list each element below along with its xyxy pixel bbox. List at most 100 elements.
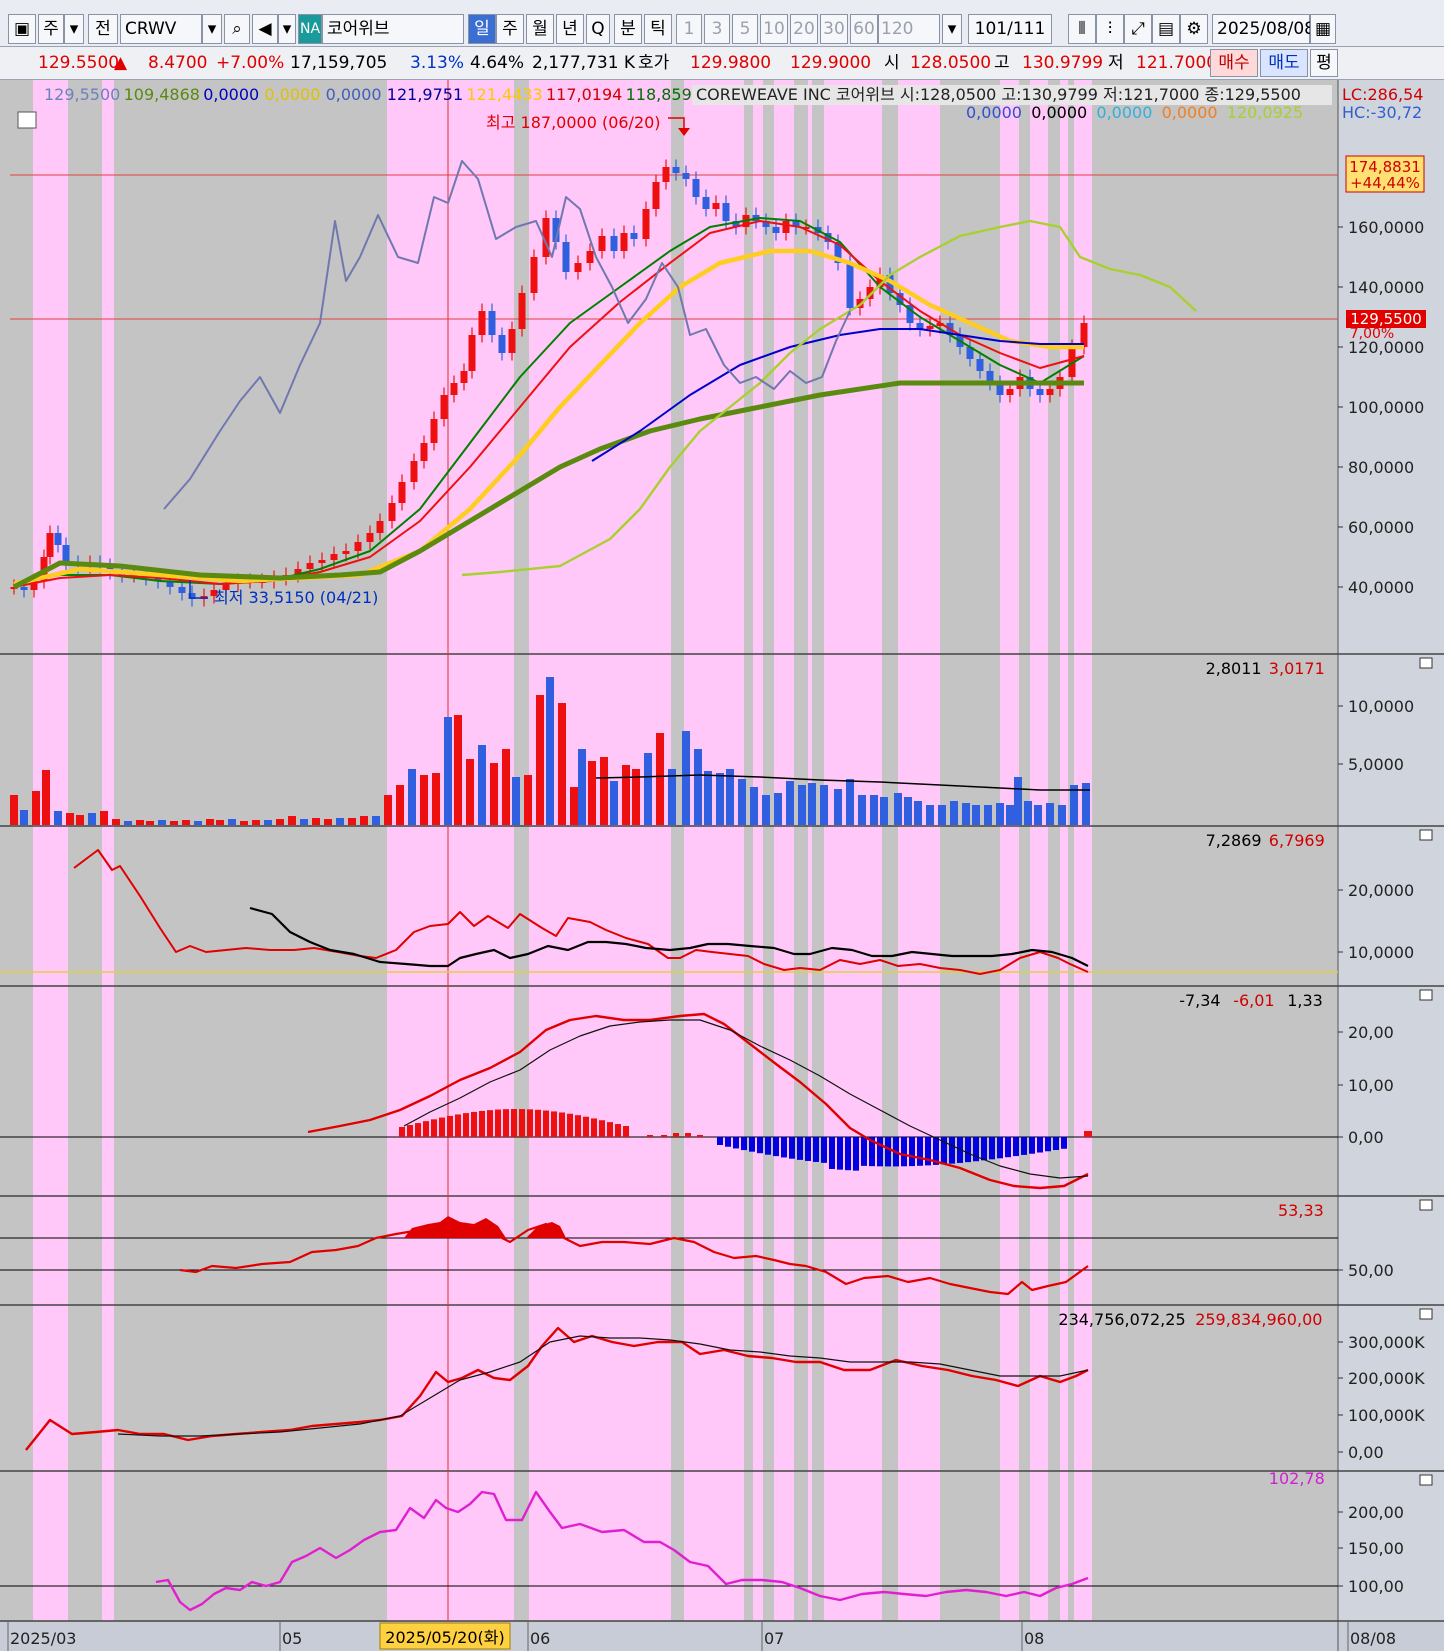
- candle-body: [178, 587, 186, 593]
- volume-bar: [466, 759, 474, 825]
- speaker-icon[interactable]: ◀: [252, 14, 278, 44]
- volume-bar: [622, 765, 630, 825]
- volume: 17,159,705: [290, 53, 388, 73]
- legend-value: 0,0000: [264, 85, 320, 104]
- volume-bar: [738, 779, 746, 825]
- macd-hist-bar: [447, 1115, 453, 1137]
- count-field[interactable]: 101/111: [968, 14, 1052, 44]
- calendar-icon[interactable]: ▦: [1310, 14, 1336, 44]
- macd-hist-bar: [551, 1111, 557, 1137]
- chevron-down-icon[interactable]: ▾: [64, 14, 84, 44]
- candle-body: [518, 293, 526, 329]
- macd-hist-bar: [423, 1121, 429, 1137]
- price-axis-label: 100,0000: [1348, 398, 1424, 417]
- ticker-input[interactable]: CRWV: [120, 14, 202, 44]
- bars-icon[interactable]: ⦀: [1068, 14, 1096, 44]
- macd-hist-bar: [725, 1137, 731, 1147]
- legend-value: 0,0000: [1162, 103, 1218, 122]
- volume-bar: [858, 795, 866, 825]
- sell-button[interactable]: 매도: [1260, 49, 1308, 77]
- macd-hist-bar: [519, 1109, 525, 1137]
- save-icon[interactable]: ▤: [1152, 14, 1180, 44]
- period-day[interactable]: 일: [468, 14, 496, 44]
- rsi-axis-label: 50,00: [1348, 1261, 1394, 1280]
- macd-hist-bar: [591, 1118, 597, 1137]
- volume-bar: [774, 793, 782, 825]
- macd-hist-bar: [1045, 1137, 1051, 1152]
- session-band: [33, 80, 68, 1621]
- candle-body: [366, 533, 374, 542]
- interval-20[interactable]: 20: [790, 14, 818, 44]
- period-month[interactable]: 월: [526, 14, 554, 44]
- macd-hist-bar: [567, 1113, 573, 1137]
- volume-bar: [726, 769, 734, 825]
- macd-hist-bar: [861, 1137, 867, 1166]
- high-tag-pct: +44,44%: [1350, 174, 1420, 192]
- date-field[interactable]: 2025/08/08: [1212, 14, 1315, 44]
- minute-button[interactable]: 분: [614, 14, 642, 44]
- interval-1[interactable]: 1: [676, 14, 702, 44]
- layout-icon[interactable]: ▣: [8, 14, 36, 44]
- candle-body: [574, 263, 582, 272]
- trend-icon[interactable]: ⤢: [1124, 14, 1152, 44]
- session-band: [774, 80, 794, 1621]
- vol-ind-axis-label: 20,0000: [1348, 881, 1414, 900]
- interval-5[interactable]: 5: [732, 14, 758, 44]
- candle-body: [1006, 389, 1014, 395]
- volume-bar: [1006, 805, 1014, 825]
- volume-bar: [146, 821, 154, 825]
- candle-body: [420, 443, 428, 461]
- volume-bar: [324, 819, 332, 825]
- interval-3[interactable]: 3: [704, 14, 730, 44]
- volume-bar: [158, 820, 166, 825]
- macd-hist-bar: [1013, 1137, 1019, 1157]
- macd-hist-bar: [821, 1137, 827, 1163]
- price-axis-label: 140,0000: [1348, 278, 1424, 297]
- search-icon[interactable]: ⌕: [224, 14, 250, 44]
- speaker-dropdown-icon[interactable]: ▾: [278, 14, 296, 44]
- candle-body: [488, 311, 496, 335]
- price-change-pct: +7.00%: [216, 53, 285, 73]
- candle-body: [652, 182, 660, 209]
- high-label: 고: [994, 53, 1010, 73]
- macd-hist-bar: [455, 1114, 461, 1137]
- macd-hist-bar: [997, 1137, 1003, 1159]
- interval-60[interactable]: 60: [850, 14, 878, 44]
- volume-bar: [716, 773, 724, 825]
- count-value: 101: [974, 19, 1008, 39]
- macd-hist-bar: [487, 1110, 493, 1137]
- interval-30[interactable]: 30: [820, 14, 848, 44]
- eval-button[interactable]: 평: [1310, 49, 1338, 77]
- candle-body: [976, 359, 984, 371]
- period-week[interactable]: 주: [496, 14, 524, 44]
- macd-hist-bar: [981, 1137, 987, 1161]
- mode-select-1[interactable]: 주: [38, 14, 64, 44]
- candle-body: [508, 329, 516, 353]
- low-price: 121.7000: [1136, 53, 1218, 73]
- period-year[interactable]: 년: [556, 14, 584, 44]
- interval-120[interactable]: 120: [878, 14, 940, 44]
- buy-button[interactable]: 매수: [1210, 49, 1258, 77]
- volume-bar: [408, 769, 416, 825]
- stock-name-field[interactable]: 코어위브: [322, 14, 464, 44]
- legend-value: 118,8598: [626, 85, 702, 104]
- period-quarter[interactable]: Q: [586, 14, 610, 44]
- ticker-dropdown-icon[interactable]: ▾: [202, 14, 222, 44]
- close-icon: [1419, 1199, 1433, 1211]
- candle-body: [712, 203, 720, 209]
- candle-body: [846, 263, 854, 308]
- interval-dropdown-icon[interactable]: ▾: [942, 14, 962, 44]
- macd-hist-bar: [407, 1125, 413, 1137]
- mode-select-2[interactable]: 전: [88, 14, 118, 44]
- hoga-label: 호가: [638, 53, 670, 73]
- tick-button[interactable]: 틱: [644, 14, 672, 44]
- candle-body: [376, 521, 384, 533]
- interval-10[interactable]: 10: [760, 14, 788, 44]
- stock-chart[interactable]: 160,0000140,0000120,0000100,000080,00006…: [0, 80, 1444, 1651]
- candle-icon[interactable]: ⫶: [1096, 14, 1124, 44]
- macd-hist-bar: [599, 1120, 605, 1137]
- candle-body: [692, 179, 700, 197]
- macd-value: 1,33: [1287, 991, 1323, 1010]
- macd-hist-bar: [877, 1137, 883, 1167]
- gear-icon[interactable]: ⚙: [1180, 14, 1208, 44]
